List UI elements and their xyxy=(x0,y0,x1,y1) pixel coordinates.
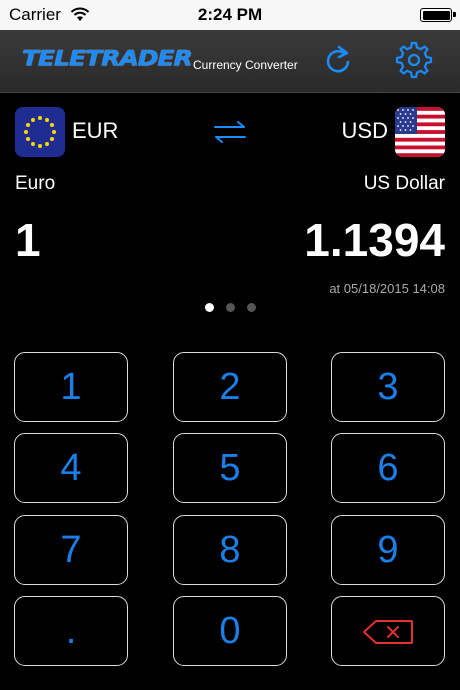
app-header: TELETRADER Currency Converter xyxy=(0,30,460,93)
refresh-icon xyxy=(326,45,350,73)
logo-text: TELETRADER xyxy=(22,46,193,71)
eu-flag-icon[interactable] xyxy=(15,107,65,157)
refresh-button[interactable] xyxy=(318,40,358,80)
key-1[interactable]: 1 xyxy=(14,352,128,422)
header-title: Currency Converter xyxy=(193,58,298,72)
from-currency-code[interactable]: EUR xyxy=(72,118,118,144)
key-decimal[interactable]: . xyxy=(14,596,128,666)
page-dot[interactable] xyxy=(204,303,214,312)
swap-currencies-button[interactable] xyxy=(212,119,248,145)
page-indicator[interactable] xyxy=(0,299,460,317)
from-currency-name: Euro xyxy=(15,173,56,194)
status-time: 2:24 PM xyxy=(197,5,263,24)
page-dot[interactable] xyxy=(246,303,256,312)
key-3[interactable]: 3 xyxy=(331,352,445,422)
key-4[interactable]: 4 xyxy=(14,433,128,503)
key-5[interactable]: 5 xyxy=(173,433,287,503)
gear-icon xyxy=(395,41,433,79)
us-flag-icon[interactable] xyxy=(395,107,445,157)
key-9[interactable]: 9 xyxy=(331,515,445,585)
to-currency-code[interactable]: USD xyxy=(342,118,388,144)
from-amount[interactable]: 1 xyxy=(15,213,41,267)
rate-timestamp: at 05/18/2015 14:08 xyxy=(329,281,445,296)
teletrader-logo: TELETRADER xyxy=(22,46,193,71)
key-6[interactable]: 6 xyxy=(331,433,445,503)
key-8[interactable]: 8 xyxy=(173,515,287,585)
key-7[interactable]: 7 xyxy=(14,515,128,585)
key-0[interactable]: 0 xyxy=(173,596,287,666)
page-dot[interactable] xyxy=(225,303,235,312)
swap-arrows-icon xyxy=(214,121,246,143)
backspace-icon xyxy=(363,620,413,644)
battery-icon xyxy=(420,8,456,22)
key-2[interactable]: 2 xyxy=(173,352,287,422)
to-currency-name: US Dollar xyxy=(363,173,445,194)
status-bar: Carrier 2:24 PM xyxy=(0,0,460,30)
to-amount: 1.1394 xyxy=(304,214,445,266)
settings-button[interactable] xyxy=(394,40,434,80)
backspace-button[interactable] xyxy=(331,596,445,666)
